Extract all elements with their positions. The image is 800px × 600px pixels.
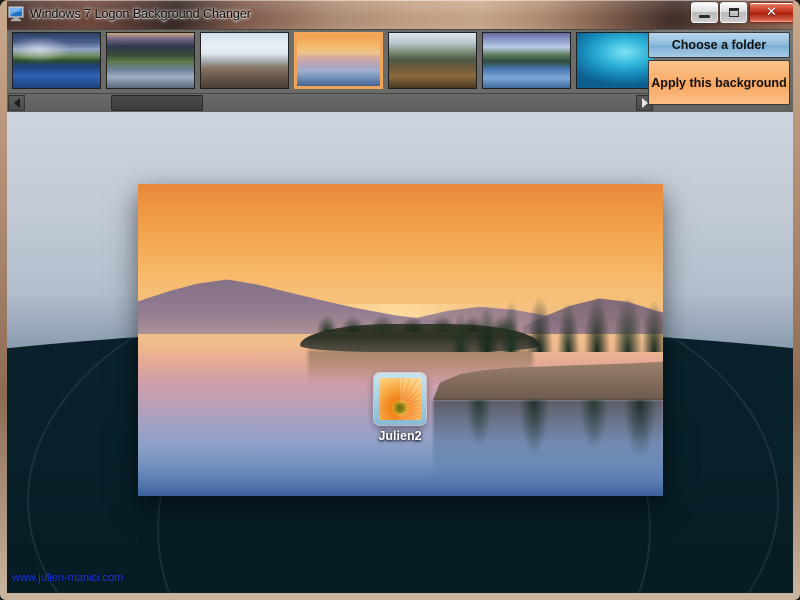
thumbnail-mountain-stream[interactable]: [106, 32, 195, 89]
user-display-name: Julien2: [329, 429, 471, 443]
logon-screen-preview[interactable]: Julien2: [138, 184, 663, 496]
thumbnail-sunset-lake[interactable]: [294, 32, 383, 89]
avatar: [379, 378, 421, 420]
scroll-left-arrow-icon[interactable]: [8, 95, 25, 111]
thumbnail-spirit-island[interactable]: [482, 32, 571, 89]
thumbnail-mountain-lake[interactable]: [12, 32, 101, 89]
thumbnail-strip[interactable]: [7, 29, 654, 93]
thumbnail-underwater-blue[interactable]: [576, 32, 654, 89]
scrollbar-thumb[interactable]: [111, 95, 203, 111]
application-window: Windows 7 Logon Background Changer ✕: [0, 0, 800, 600]
apply-background-button[interactable]: Apply this background: [648, 60, 790, 105]
avatar-flower-center: [393, 403, 407, 414]
title-bar-highlight: [0, 0, 800, 1]
close-button[interactable]: ✕: [749, 2, 794, 23]
maximize-button[interactable]: [720, 2, 747, 23]
app-monitor-icon: [7, 5, 25, 22]
thumbnail-lighthouse-coast[interactable]: [200, 32, 289, 89]
preview-shore-reflection: [433, 400, 663, 496]
title-bar[interactable]: Windows 7 Logon Background Changer ✕: [0, 0, 800, 29]
preview-stage: Julien2: [7, 112, 793, 593]
thumbnail-scrollbar[interactable]: [7, 93, 654, 112]
preview-shore-trees: [443, 276, 663, 352]
window-title: Windows 7 Logon Background Changer: [30, 4, 251, 24]
choose-folder-button[interactable]: Choose a folder: [648, 32, 790, 58]
minimize-button[interactable]: [691, 2, 718, 23]
watermark-link[interactable]: www.julien-manici.com: [12, 572, 123, 584]
avatar-petals: [379, 378, 421, 420]
preview-rocky-shore: [433, 276, 663, 406]
thumbnail-canoe-lake[interactable]: [388, 32, 477, 89]
toolbar: Choose a folder Apply this background: [7, 29, 793, 112]
user-account-tile[interactable]: [374, 373, 426, 425]
window-controls: ✕: [691, 2, 794, 24]
close-icon: ✕: [750, 3, 793, 22]
